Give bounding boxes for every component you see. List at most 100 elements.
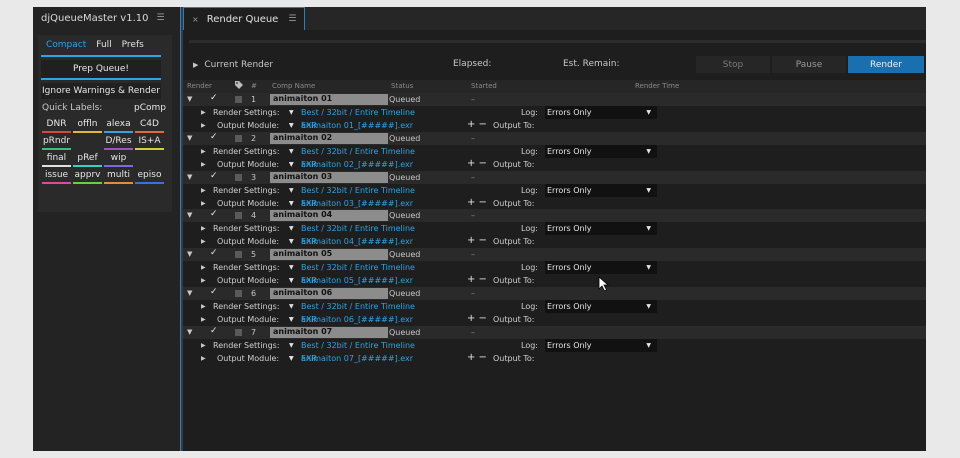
render-settings-link[interactable]: Best / 32bit / Entire Timeline [301, 108, 415, 117]
render-checkbox[interactable]: ✓ [210, 326, 218, 336]
add-remove-output-icons[interactable]: + − [467, 352, 487, 363]
log-dropdown[interactable]: Errors Only ▼ [545, 183, 657, 197]
output-file-link[interactable]: animaiton 01_[#####].exr [301, 121, 413, 130]
log-dropdown[interactable]: Errors Only ▼ [545, 222, 657, 236]
render-checkbox[interactable]: ✓ [210, 209, 218, 219]
render-checkbox[interactable]: ✓ [210, 93, 218, 103]
label-color-swatch[interactable] [235, 251, 242, 259]
comp-name[interactable]: animaiton 03 [270, 171, 388, 183]
tag-icon[interactable] [234, 80, 244, 92]
comp-name[interactable]: animaiton 06 [270, 287, 388, 299]
stop-button[interactable]: Stop [696, 56, 770, 73]
quick-label-apprv[interactable]: apprv [73, 167, 102, 184]
dropdown-arrow-icon[interactable]: ▼ [289, 342, 294, 349]
expand-triangle-icon[interactable]: ▶ [201, 122, 206, 129]
queue-item-row[interactable]: ▼ ✓ 4 animaiton 04 Queued – [183, 209, 926, 223]
expand-triangle-icon[interactable]: ▶ [201, 238, 206, 245]
add-remove-output-icons[interactable]: + − [467, 197, 487, 208]
render-checkbox[interactable]: ✓ [210, 248, 218, 258]
add-remove-output-icons[interactable]: + − [467, 313, 487, 324]
add-remove-output-icons[interactable]: + − [467, 235, 487, 246]
tab-prefs[interactable]: Prefs [117, 40, 149, 50]
quick-label-wip[interactable]: wip [104, 150, 133, 167]
dropdown-arrow-icon[interactable]: ▼ [289, 225, 294, 232]
comp-name[interactable]: animaiton 01 [270, 94, 388, 105]
render-checkbox[interactable]: ✓ [210, 287, 218, 297]
render-settings-link[interactable]: Best / 32bit / Entire Timeline [301, 186, 415, 195]
comp-name[interactable]: animaiton 07 [270, 326, 388, 338]
expand-triangle-icon[interactable]: ▶ [193, 61, 198, 69]
quick-label-is-a[interactable]: IS+A [135, 133, 164, 150]
queue-item-row[interactable]: ▼ ✓ 7 animaiton 07 Queued – [183, 325, 926, 339]
col-status[interactable]: Status [391, 82, 413, 90]
collapse-triangle-icon[interactable]: ▼ [187, 134, 192, 142]
expand-triangle-icon[interactable]: ▶ [201, 355, 206, 362]
expand-triangle-icon[interactable]: ▶ [201, 200, 206, 207]
render-checkbox[interactable]: ✓ [210, 132, 218, 142]
collapse-triangle-icon[interactable]: ▼ [187, 250, 192, 258]
output-file-link[interactable]: animaiton 04_[#####].exr [301, 237, 413, 246]
render-settings-link[interactable]: Best / 32bit / Entire Timeline [301, 263, 415, 272]
collapse-triangle-icon[interactable]: ▼ [187, 289, 192, 297]
col-started[interactable]: Started [471, 82, 497, 90]
dropdown-arrow-icon[interactable]: ▼ [289, 200, 294, 207]
col-render-time[interactable]: Render Time [635, 82, 679, 90]
output-file-link[interactable]: animaiton 02_[#####].exr [301, 160, 413, 169]
dropdown-arrow-icon[interactable]: ▼ [289, 122, 294, 129]
output-file-link[interactable]: animaiton 07_[#####].exr [301, 354, 413, 363]
queue-item-row[interactable]: ▼ ✓ 2 animaiton 02 Queued – [183, 131, 926, 145]
dropdown-arrow-icon[interactable]: ▼ [289, 148, 294, 155]
log-dropdown[interactable]: Errors Only ▼ [545, 106, 657, 119]
quick-label-dnr[interactable]: DNR [42, 116, 71, 133]
add-remove-output-icons[interactable]: + − [467, 158, 487, 169]
render-settings-link[interactable]: Best / 32bit / Entire Timeline [301, 147, 415, 156]
expand-triangle-icon[interactable]: ▶ [201, 109, 206, 116]
quick-label-issue[interactable]: issue [42, 167, 71, 184]
label-color-swatch[interactable] [235, 212, 242, 220]
expand-triangle-icon[interactable]: ▶ [201, 161, 206, 168]
add-remove-output-icons[interactable]: + − [467, 119, 487, 130]
render-checkbox[interactable]: ✓ [210, 171, 218, 181]
quick-label-d-res[interactable]: D/Res [104, 133, 133, 150]
add-remove-output-icons[interactable]: + − [467, 274, 487, 285]
queue-item-row[interactable]: ▼ ✓ 3 animaiton 03 Queued – [183, 170, 926, 184]
expand-triangle-icon[interactable]: ▶ [201, 187, 206, 194]
quick-label-alexa[interactable]: alexa [104, 116, 133, 133]
queue-item-row[interactable]: ▼ ✓ 5 animaiton 05 Queued – [183, 248, 926, 262]
render-settings-link[interactable]: Best / 32bit / Entire Timeline [301, 224, 415, 233]
expand-triangle-icon[interactable]: ▶ [201, 264, 206, 271]
log-dropdown[interactable]: Errors Only ▼ [545, 338, 657, 352]
quick-label-final[interactable]: final [42, 150, 71, 167]
render-settings-link[interactable]: Best / 32bit / Entire Timeline [301, 341, 415, 350]
dropdown-arrow-icon[interactable]: ▼ [289, 238, 294, 245]
tab-render-queue[interactable]: × Render Queue ☰ [183, 7, 306, 30]
label-color-swatch[interactable] [235, 173, 242, 181]
output-file-link[interactable]: animaiton 03_[#####].exr [301, 199, 413, 208]
tab-menu-icon[interactable]: ☰ [288, 14, 296, 24]
panel-menu-icon[interactable]: ☰ [157, 13, 165, 23]
output-file-link[interactable]: animaiton 06_[#####].exr [301, 315, 413, 324]
queue-item-row[interactable]: ▼ ✓ 1 animaiton 01 Queued – [183, 93, 926, 106]
log-dropdown[interactable]: Errors Only ▼ [545, 144, 657, 158]
quick-label-prndr[interactable]: pRndr [42, 133, 71, 150]
tab-compact[interactable]: Compact [41, 40, 91, 50]
expand-triangle-icon[interactable]: ▶ [201, 316, 206, 323]
col-render[interactable]: Render [187, 82, 212, 90]
queue-item-row[interactable]: ▼ ✓ 6 animaiton 06 Queued – [183, 286, 926, 300]
log-dropdown[interactable]: Errors Only ▼ [545, 261, 657, 275]
collapse-triangle-icon[interactable]: ▼ [187, 328, 192, 336]
output-file-link[interactable]: animaiton 05_[#####].exr [301, 276, 413, 285]
dropdown-arrow-icon[interactable]: ▼ [289, 109, 294, 116]
render-button[interactable]: Render [848, 56, 924, 73]
comp-name[interactable]: animaiton 05 [270, 249, 388, 261]
log-dropdown[interactable]: Errors Only ▼ [545, 299, 657, 313]
col-num[interactable]: # [251, 82, 257, 90]
dropdown-arrow-icon[interactable]: ▼ [289, 161, 294, 168]
prep-queue-button[interactable]: Prep Queue! [41, 60, 161, 80]
label-color-swatch[interactable] [235, 134, 242, 142]
quick-label-pcomp[interactable]: pComp [134, 103, 166, 113]
label-color-swatch[interactable] [235, 96, 242, 103]
dropdown-arrow-icon[interactable]: ▼ [289, 187, 294, 194]
render-settings-link[interactable]: Best / 32bit / Entire Timeline [301, 302, 415, 311]
quick-label-c4d[interactable]: C4D [135, 116, 164, 133]
